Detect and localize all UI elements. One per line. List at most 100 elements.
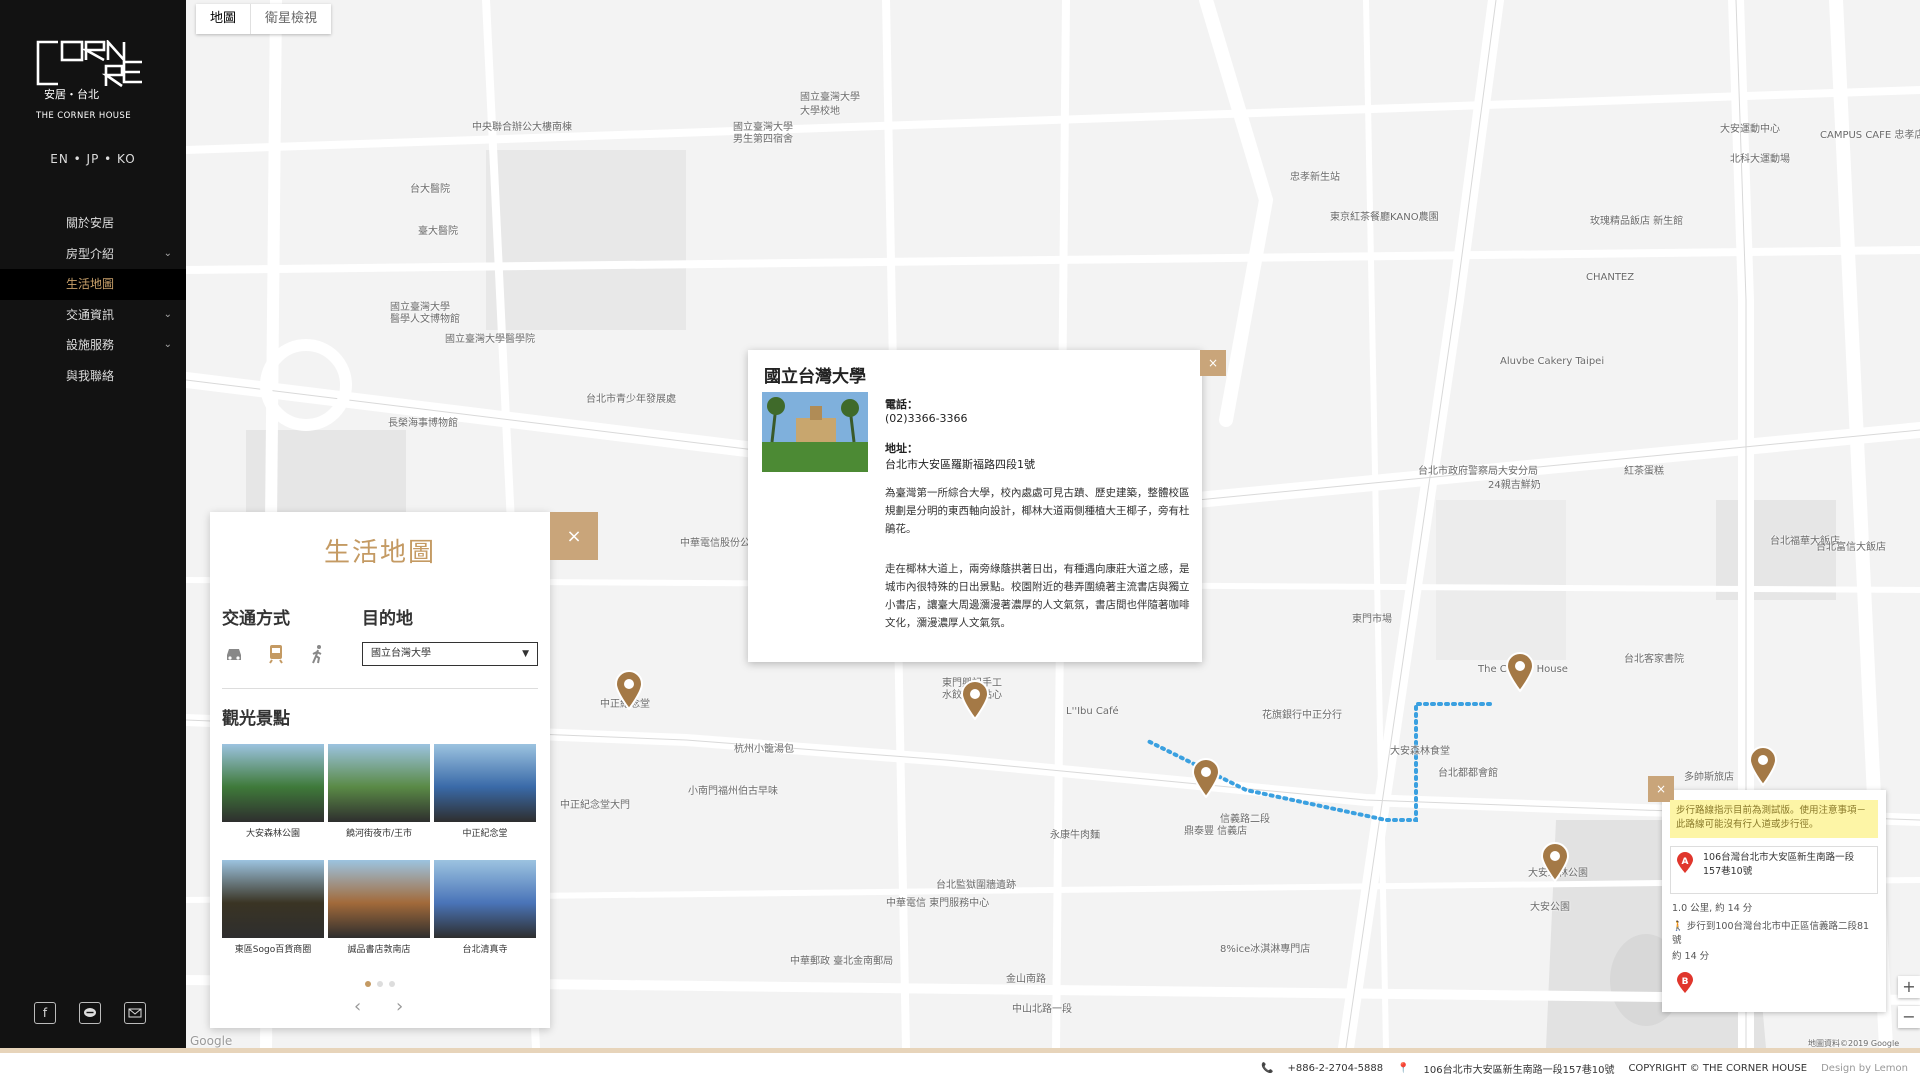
- nav-rooms[interactable]: 房型介紹 ⌄: [0, 239, 186, 270]
- sights-grid: 大安森林公園 饒河街夜市/王市 中正紀念堂東區Sogo百貨商圈 誠品書店敦南店 台北清真…: [222, 744, 542, 964]
- phone-value[interactable]: (02)3366-3366: [885, 412, 968, 425]
- description-paragraph: 為臺灣第一所綜合大學，校內處處可見古蹟、歷史建築，整體校區規劃是分明的東西軸向設…: [885, 487, 1190, 535]
- caret-down-icon: ▼: [522, 649, 529, 659]
- map-pin-icon[interactable]: [1191, 758, 1221, 798]
- map-label: 台北富信大飯店: [1816, 542, 1886, 553]
- transit-icon[interactable]: [264, 642, 288, 666]
- map-pin-icon[interactable]: [960, 680, 990, 720]
- location-icon: 📍: [1397, 1063, 1410, 1074]
- sight-card[interactable]: 大安森林公園: [222, 744, 324, 848]
- nav-transport[interactable]: 交通資訊 ⌄: [0, 300, 186, 331]
- sight-caption: 中正紀念堂: [462, 829, 508, 839]
- sidebar: 安居・台北 THE CORNER HOUSE EN • JP • KO 關於安居…: [0, 0, 186, 1048]
- marker-a-icon: A: [1677, 852, 1693, 873]
- transport-heading: 交通方式: [222, 609, 290, 629]
- route-step[interactable]: 🚶 步行到100台灣台北市中正區信義路二段81號: [1672, 920, 1872, 948]
- address-label: 地址：: [885, 442, 918, 455]
- route-step-time: 約 14 分: [1672, 951, 1710, 962]
- footer-design-credit[interactable]: Design by Lemon: [1821, 1063, 1908, 1074]
- lang-ko[interactable]: KO: [117, 152, 136, 166]
- carousel-dot[interactable]: [377, 981, 383, 987]
- sight-card[interactable]: 誠品書店敦南店: [328, 860, 430, 964]
- place-photo: [762, 392, 868, 472]
- description-paragraph: 走在椰林大道上，兩旁綠蔭拱著日出，有種遇向康莊大道之感，是城市內很特殊的日出景點…: [885, 563, 1190, 629]
- nav-facilities[interactable]: 設施服務 ⌄: [0, 330, 186, 361]
- map-label: 中華郵政 臺北金南郵局: [790, 956, 894, 967]
- sight-photo: [328, 860, 430, 938]
- chevron-down-icon: ⌄: [163, 247, 172, 259]
- map-label: 台大醫院: [410, 184, 450, 195]
- map-label: 鼎泰豐 信義店: [1184, 826, 1248, 837]
- close-directions-button[interactable]: ×: [1648, 776, 1674, 802]
- directions-panel: × 步行路線指示目前為測試版。使用注意事項－此路線可能沒有行人道或步行徑。 10…: [1648, 776, 1886, 1012]
- walking-icon[interactable]: [306, 642, 330, 666]
- map-label: 中華電信 東門服務中心: [886, 898, 990, 909]
- sight-card[interactable]: 東區Sogo百貨商圈: [222, 860, 324, 964]
- map-label: Aluvbe Cakery Taipei: [1500, 356, 1605, 367]
- mail-icon[interactable]: [124, 1002, 146, 1024]
- map-pin-icon[interactable]: [1505, 652, 1535, 692]
- line-icon[interactable]: [79, 1002, 101, 1024]
- map-label: 台北監獄圍牆遺跡: [936, 880, 1016, 891]
- transport-modes: [222, 642, 330, 666]
- map-label: 國立臺灣大學: [800, 92, 860, 103]
- phone-icon: 📞: [1261, 1063, 1274, 1074]
- phone-label: 電話：: [885, 398, 918, 411]
- zoom-in-button[interactable]: +: [1898, 976, 1920, 998]
- facebook-icon[interactable]: f: [34, 1002, 56, 1024]
- map-pin-icon[interactable]: [1748, 746, 1778, 786]
- divider: [222, 688, 538, 689]
- carousel-dot[interactable]: [365, 981, 371, 987]
- satellite-view-button[interactable]: 衛星檢視: [251, 4, 331, 34]
- prev-arrow-icon[interactable]: ‹: [354, 996, 361, 1017]
- close-panel-button[interactable]: ×: [550, 512, 598, 560]
- nav-life-map[interactable]: 生活地圖: [0, 269, 186, 300]
- map-pin-icon[interactable]: [1540, 842, 1570, 882]
- destination-select[interactable]: 國立台灣大學 ▼: [362, 642, 538, 666]
- google-logo: Google: [190, 1034, 233, 1048]
- sight-photo: [328, 744, 430, 822]
- map-view-button[interactable]: 地圖: [196, 4, 252, 34]
- life-map-panel: × 生活地圖 交通方式 目的地 國立台灣大學 ▼ 觀光景點 大安森林公園 饒河街夜…: [210, 512, 598, 1028]
- footer-phone[interactable]: +886-2-2704-5888: [1288, 1063, 1384, 1074]
- sight-caption: 台北清真寺: [462, 945, 508, 955]
- map-label: 大安森林食堂: [1390, 746, 1450, 757]
- sight-caption: 東區Sogo百貨商圈: [234, 945, 312, 955]
- map-label: 台北客家書院: [1624, 654, 1684, 665]
- map-pin-icon[interactable]: [614, 670, 644, 710]
- site-footer: 📞 +886-2-2704-5888 📍 106台北市大安區新生南路一段157巷…: [0, 1048, 1920, 1080]
- nav-about[interactable]: 關於安居: [0, 208, 186, 239]
- map-label: L''Ibu Café: [1066, 706, 1119, 717]
- map-label: 忠孝新生站: [1290, 172, 1340, 183]
- sight-card[interactable]: 饒河街夜市/王市: [328, 744, 430, 848]
- map-label: 花旗銀行中正分行: [1262, 710, 1342, 721]
- map-label: 男生第四宿舍: [733, 134, 793, 145]
- map-label: 國立臺灣大學醫學院: [445, 334, 535, 345]
- sight-card[interactable]: 台北清真寺: [434, 860, 536, 964]
- close-info-button[interactable]: ×: [1200, 350, 1226, 376]
- chevron-down-icon: ⌄: [163, 339, 172, 350]
- svg-text:B: B: [1682, 977, 1689, 987]
- svg-text:A: A: [1682, 857, 1689, 867]
- logo-tagline: THE CORNER HOUSE: [36, 111, 131, 121]
- panel-title: 生活地圖: [323, 538, 436, 568]
- carousel-dot[interactable]: [389, 981, 395, 987]
- next-arrow-icon[interactable]: ›: [396, 996, 403, 1017]
- nav-contact[interactable]: 與我聯絡: [0, 361, 186, 392]
- main-nav: 關於安居 房型介紹 ⌄ 生活地圖 交通資訊 ⌄ 設施服務 ⌄ 與我聯絡: [0, 208, 186, 391]
- lang-en[interactable]: EN: [50, 152, 69, 166]
- map-label: 臺大醫院: [418, 226, 458, 237]
- carousel-dots: [210, 972, 550, 991]
- map-label: 24親吉鮮奶: [1488, 480, 1541, 491]
- sight-card[interactable]: 中正紀念堂: [434, 744, 536, 848]
- place-title: 國立台灣大學: [764, 367, 866, 387]
- zoom-out-button[interactable]: −: [1898, 1006, 1920, 1028]
- lang-jp[interactable]: JP: [87, 152, 100, 166]
- corner-house-logo[interactable]: 安居・台北 THE CORNER HOUSE: [36, 40, 146, 132]
- map-label: CAMPUS CAFE 忠孝店: [1820, 130, 1920, 141]
- car-icon[interactable]: [222, 642, 246, 666]
- sight-photo: [222, 744, 324, 822]
- start-location[interactable]: 106台灣台北市大安區新生南路一段157巷10號: [1670, 846, 1878, 894]
- map-label: 杭州小籠湯包: [734, 744, 794, 755]
- sight-photo: [222, 860, 324, 938]
